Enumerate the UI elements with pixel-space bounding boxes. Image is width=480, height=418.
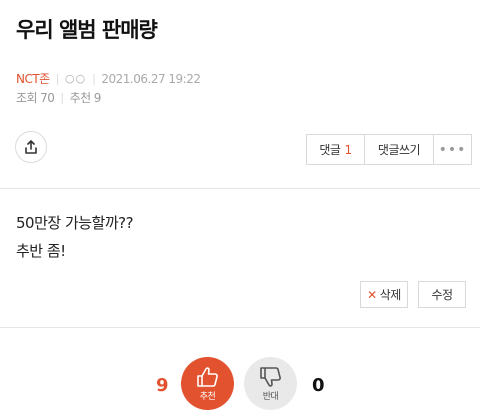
divider: | xyxy=(92,72,96,85)
views-count: 70 xyxy=(40,90,55,105)
downvote-button[interactable]: 반대 xyxy=(244,357,297,410)
divider: | xyxy=(55,72,60,85)
upvote-count: 9 xyxy=(156,375,169,396)
author-name[interactable]: NCT존 xyxy=(16,70,50,87)
post-page: 우리 앨범 판매량 NCT존 | ○○ | 2021.06.27 19:22 조… xyxy=(0,0,480,418)
views-label: 조회 xyxy=(16,91,38,105)
divider: | xyxy=(60,91,64,104)
author-extra: ○○ xyxy=(64,72,87,85)
recommend-label: 추천 xyxy=(69,91,92,105)
post-title: 우리 앨범 판매량 xyxy=(16,18,158,42)
downvote-count: 0 xyxy=(312,375,325,396)
close-x-icon: ✕ xyxy=(367,287,377,302)
downvote-label: 반대 xyxy=(262,391,279,402)
more-button[interactable]: ••• xyxy=(434,135,471,164)
post-body-line: 추반 좀! xyxy=(16,242,66,260)
upvote-label: 추천 xyxy=(199,391,216,402)
delete-label: 삭제 xyxy=(379,288,402,302)
write-comment-button[interactable]: 댓글쓰기 xyxy=(365,135,434,164)
share-icon xyxy=(25,140,37,154)
comments-label: 댓글 xyxy=(319,143,341,157)
recommend-count: 9 xyxy=(93,90,102,105)
comments-count: 1 xyxy=(344,142,352,157)
vote-divider xyxy=(0,327,480,328)
thumbs-up-icon xyxy=(196,366,218,387)
share-button[interactable] xyxy=(15,131,47,163)
post-meta-stats: 조회 70 | 추천 9 xyxy=(16,89,101,106)
comments-button[interactable]: 댓글 1 xyxy=(307,135,365,164)
content-divider xyxy=(0,188,480,189)
thumbs-down-icon xyxy=(259,366,281,387)
edit-button[interactable]: 수정 xyxy=(418,281,466,308)
delete-button[interactable]: ✕ 삭제 xyxy=(360,281,408,308)
upvote-button[interactable]: 추천 xyxy=(181,357,234,410)
post-body-line: 50만장 가능할까?? xyxy=(16,214,134,232)
post-meta-author: NCT존 | ○○ | 2021.06.27 19:22 xyxy=(16,70,201,87)
more-dots-icon: ••• xyxy=(438,141,467,158)
comment-actions: 댓글 1 댓글쓰기 ••• xyxy=(306,134,472,165)
post-date: 2021.06.27 19:22 xyxy=(101,71,201,86)
